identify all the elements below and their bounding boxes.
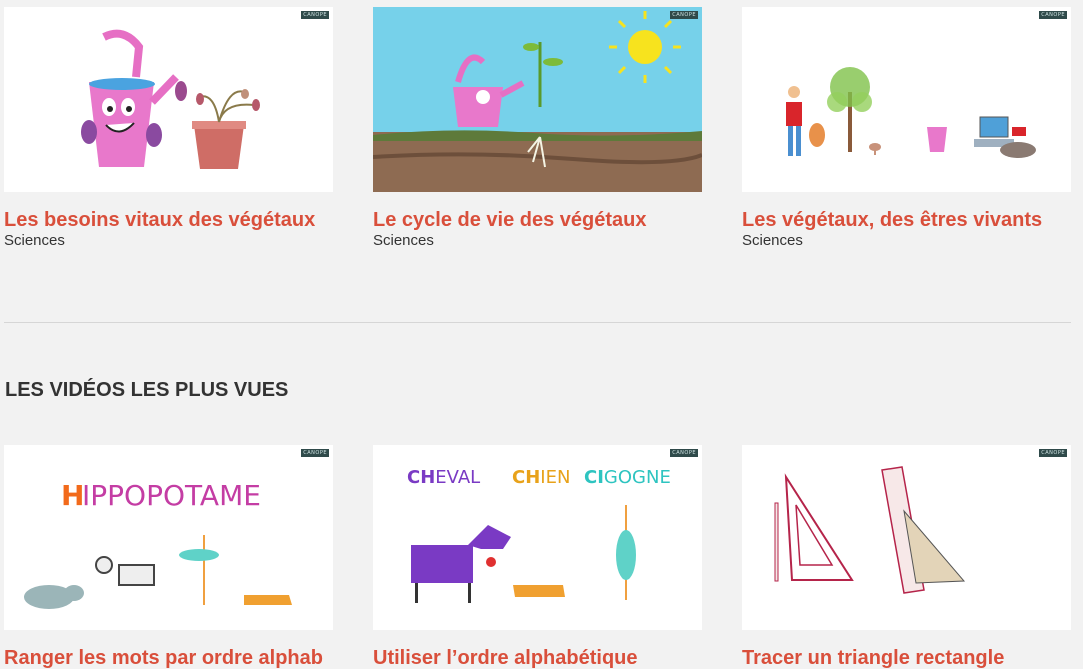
section-divider — [4, 322, 1071, 323]
video-subject: Sciences — [373, 232, 434, 249]
canope-logo: CANOPE — [1039, 449, 1067, 457]
video-title[interactable]: Les besoins vitaux des végétaux — [4, 209, 333, 231]
section-heading-most-viewed: LES VIDÉOS LES PLUS VUES — [5, 379, 289, 401]
video-thumbnail-2[interactable]: CANOPE — [373, 7, 702, 192]
thumb-word-cheval: CHEVAL — [407, 467, 480, 488]
geometry-tools-illustration — [774, 466, 966, 594]
video-thumbnail-4[interactable]: H IPPOPOTAME CANOPE — [4, 445, 333, 630]
canope-logo: CANOPE — [670, 449, 698, 457]
video-thumbnail-3[interactable]: CANOPE — [742, 7, 1071, 192]
thumb-word-chien: CHIEN — [512, 467, 570, 488]
video-title[interactable]: Ranger les mots par ordre alphab — [4, 647, 333, 669]
video-card-1[interactable]: CANOPE Les besoins vitaux des végétaux S… — [4, 7, 333, 250]
video-card-2[interactable]: CANOPE Le cycle de vie des végétaux Scie… — [373, 7, 702, 250]
alphabetical-order-animals-illustration: CHEVAL CHIEN CIGOGNE — [407, 467, 671, 603]
watering-can-plant-illustration — [81, 29, 260, 169]
video-title[interactable]: Les végétaux, des êtres vivants — [742, 209, 1071, 231]
canope-logo: CANOPE — [1039, 11, 1067, 19]
canope-logo: CANOPE — [301, 11, 329, 19]
video-title[interactable]: Utiliser l’ordre alphabétique — [373, 647, 702, 669]
video-card-5[interactable]: CHEVAL CHIEN CIGOGNE CANOPE Utiliser l’o… — [373, 445, 702, 669]
video-thumbnail-6[interactable]: CANOPE — [742, 445, 1071, 630]
living-things-illustration — [786, 67, 1036, 158]
video-thumbnail-1[interactable]: CANOPE — [4, 7, 333, 192]
thumb-initial-h: H — [61, 479, 84, 512]
thumb-word-rest: IPPOPOTAME — [82, 479, 261, 512]
canope-logo: CANOPE — [301, 449, 329, 457]
video-title[interactable]: Le cycle de vie des végétaux — [373, 209, 702, 231]
thumb-word-cigogne: CIGOGNE — [584, 467, 671, 488]
alphabet-animals-illustration: H IPPOPOTAME — [24, 479, 292, 609]
video-title[interactable]: Tracer un triangle rectangle — [742, 647, 1071, 669]
video-subject: Sciences — [742, 232, 803, 249]
video-card-6[interactable]: CANOPE Tracer un triangle rectangle — [742, 445, 1071, 669]
video-card-3[interactable]: CANOPE Les végétaux, des êtres vivants S… — [742, 7, 1071, 250]
video-card-4[interactable]: H IPPOPOTAME CANOPE Ranger les mots par … — [4, 445, 333, 669]
canope-logo: CANOPE — [670, 11, 698, 19]
video-subject: Sciences — [4, 232, 65, 249]
plant-life-cycle-illustration — [373, 7, 702, 192]
video-thumbnail-5[interactable]: CHEVAL CHIEN CIGOGNE CANOPE — [373, 445, 702, 630]
